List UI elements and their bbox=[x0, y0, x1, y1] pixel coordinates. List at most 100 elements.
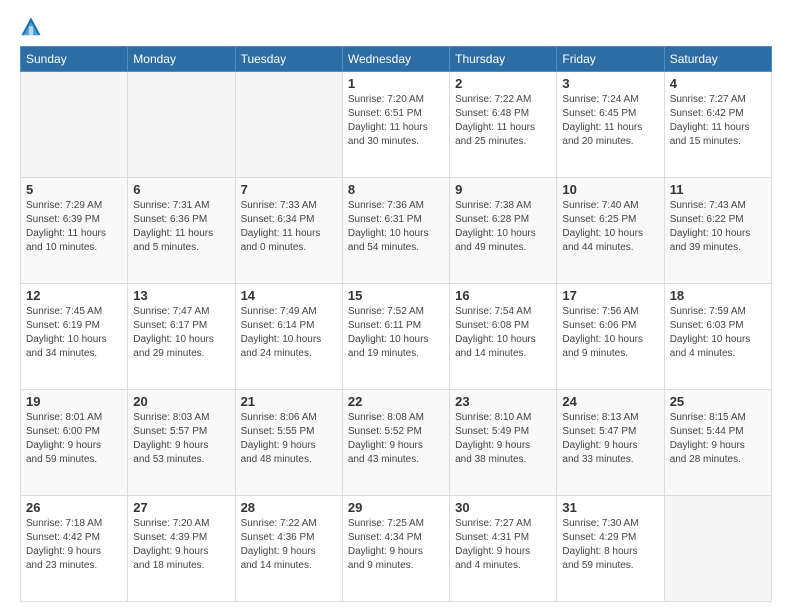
day-info: Sunrise: 7:24 AM Sunset: 6:45 PM Dayligh… bbox=[562, 93, 658, 149]
calendar-cell: 5 Sunrise: 7:29 AM Sunset: 6:39 PM Daylig… bbox=[21, 178, 128, 284]
calendar-cell: 8Sunrise: 7:36 AM Sunset: 6:31 PM Daylig… bbox=[342, 178, 449, 284]
day-info: Sunrise: 7:49 AM Sunset: 6:14 PM Dayligh… bbox=[241, 305, 337, 361]
day-number: 1 bbox=[348, 76, 444, 91]
weekday-header-saturday: Saturday bbox=[664, 47, 771, 72]
day-info: Sunrise: 8:08 AM Sunset: 5:52 PM Dayligh… bbox=[348, 411, 444, 467]
weekday-header-thursday: Thursday bbox=[450, 47, 557, 72]
day-info: Sunrise: 7:40 AM Sunset: 6:25 PM Dayligh… bbox=[562, 199, 658, 255]
calendar-cell: 14 Sunrise: 7:49 AM Sunset: 6:14 PM Dayli… bbox=[235, 284, 342, 390]
calendar-cell: 17 Sunrise: 7:56 AM Sunset: 6:06 PM Dayli… bbox=[557, 284, 664, 390]
calendar-cell: 25 Sunrise: 8:15 AM Sunset: 5:44 PM Dayli… bbox=[664, 390, 771, 496]
day-number: 29 bbox=[348, 500, 444, 515]
calendar-cell: 4Sunrise: 7:27 AM Sunset: 6:42 PM Daylig… bbox=[664, 72, 771, 178]
day-number: 18 bbox=[670, 288, 766, 303]
day-number: 2 bbox=[455, 76, 551, 91]
day-info: Sunrise: 8:03 AM Sunset: 5:57 PM Dayligh… bbox=[133, 411, 229, 467]
calendar-cell: 12Sunrise: 7:45 AM Sunset: 6:19 PM Dayli… bbox=[21, 284, 128, 390]
day-info: Sunrise: 7:18 AM Sunset: 4:42 PM Dayligh… bbox=[26, 517, 122, 573]
calendar-cell bbox=[664, 496, 771, 602]
day-number: 19 bbox=[26, 394, 122, 409]
calendar-cell: 11Sunrise: 7:43 AM Sunset: 6:22 PM Dayli… bbox=[664, 178, 771, 284]
calendar-cell: 22 Sunrise: 8:08 AM Sunset: 5:52 PM Dayli… bbox=[342, 390, 449, 496]
calendar-cell: 23 Sunrise: 8:10 AM Sunset: 5:49 PM Dayli… bbox=[450, 390, 557, 496]
day-info: Sunrise: 8:15 AM Sunset: 5:44 PM Dayligh… bbox=[670, 411, 766, 467]
day-number: 31 bbox=[562, 500, 658, 515]
day-number: 9 bbox=[455, 182, 551, 197]
calendar-cell: 31 Sunrise: 7:30 AM Sunset: 4:29 PM Dayli… bbox=[557, 496, 664, 602]
day-number: 26 bbox=[26, 500, 122, 515]
day-info: Sunrise: 7:52 AM Sunset: 6:11 PM Dayligh… bbox=[348, 305, 444, 361]
day-info: Sunrise: 7:25 AM Sunset: 4:34 PM Dayligh… bbox=[348, 517, 444, 573]
calendar-cell: 13 Sunrise: 7:47 AM Sunset: 6:17 PM Dayli… bbox=[128, 284, 235, 390]
day-number: 24 bbox=[562, 394, 658, 409]
day-info: Sunrise: 8:06 AM Sunset: 5:55 PM Dayligh… bbox=[241, 411, 337, 467]
weekday-header-sunday: Sunday bbox=[21, 47, 128, 72]
calendar-week-row: 5 Sunrise: 7:29 AM Sunset: 6:39 PM Daylig… bbox=[21, 178, 772, 284]
day-number: 21 bbox=[241, 394, 337, 409]
calendar-cell: 7Sunrise: 7:33 AM Sunset: 6:34 PM Daylig… bbox=[235, 178, 342, 284]
day-number: 4 bbox=[670, 76, 766, 91]
calendar-cell: 21 Sunrise: 8:06 AM Sunset: 5:55 PM Dayli… bbox=[235, 390, 342, 496]
day-number: 3 bbox=[562, 76, 658, 91]
page: SundayMondayTuesdayWednesdayThursdayFrid… bbox=[0, 0, 792, 612]
weekday-header-tuesday: Tuesday bbox=[235, 47, 342, 72]
day-info: Sunrise: 7:20 AM Sunset: 4:39 PM Dayligh… bbox=[133, 517, 229, 573]
calendar-cell: 18 Sunrise: 7:59 AM Sunset: 6:03 PM Dayli… bbox=[664, 284, 771, 390]
day-info: Sunrise: 8:13 AM Sunset: 5:47 PM Dayligh… bbox=[562, 411, 658, 467]
day-number: 10 bbox=[562, 182, 658, 197]
day-number: 15 bbox=[348, 288, 444, 303]
day-info: Sunrise: 7:30 AM Sunset: 4:29 PM Dayligh… bbox=[562, 517, 658, 573]
day-info: Sunrise: 7:22 AM Sunset: 6:48 PM Dayligh… bbox=[455, 93, 551, 149]
calendar-cell: 16 Sunrise: 7:54 AM Sunset: 6:08 PM Dayli… bbox=[450, 284, 557, 390]
weekday-header-friday: Friday bbox=[557, 47, 664, 72]
day-info: Sunrise: 7:43 AM Sunset: 6:22 PM Dayligh… bbox=[670, 199, 766, 255]
day-info: Sunrise: 8:10 AM Sunset: 5:49 PM Dayligh… bbox=[455, 411, 551, 467]
calendar-cell: 30Sunrise: 7:27 AM Sunset: 4:31 PM Dayli… bbox=[450, 496, 557, 602]
calendar-table: SundayMondayTuesdayWednesdayThursdayFrid… bbox=[20, 46, 772, 602]
day-number: 14 bbox=[241, 288, 337, 303]
day-info: Sunrise: 7:33 AM Sunset: 6:34 PM Dayligh… bbox=[241, 199, 337, 255]
day-number: 16 bbox=[455, 288, 551, 303]
calendar-week-row: 1 Sunrise: 7:20 AM Sunset: 6:51 PM Daylig… bbox=[21, 72, 772, 178]
calendar-cell: 26 Sunrise: 7:18 AM Sunset: 4:42 PM Dayli… bbox=[21, 496, 128, 602]
day-info: Sunrise: 7:20 AM Sunset: 6:51 PM Dayligh… bbox=[348, 93, 444, 149]
calendar-cell: 29 Sunrise: 7:25 AM Sunset: 4:34 PM Dayli… bbox=[342, 496, 449, 602]
day-number: 8 bbox=[348, 182, 444, 197]
logo bbox=[20, 16, 46, 38]
day-info: Sunrise: 7:56 AM Sunset: 6:06 PM Dayligh… bbox=[562, 305, 658, 361]
day-info: Sunrise: 7:22 AM Sunset: 4:36 PM Dayligh… bbox=[241, 517, 337, 573]
header bbox=[20, 16, 772, 38]
day-number: 22 bbox=[348, 394, 444, 409]
calendar-cell: 6Sunrise: 7:31 AM Sunset: 6:36 PM Daylig… bbox=[128, 178, 235, 284]
day-info: Sunrise: 7:54 AM Sunset: 6:08 PM Dayligh… bbox=[455, 305, 551, 361]
day-number: 5 bbox=[26, 182, 122, 197]
day-number: 28 bbox=[241, 500, 337, 515]
day-number: 27 bbox=[133, 500, 229, 515]
calendar-cell bbox=[128, 72, 235, 178]
weekday-header-row: SundayMondayTuesdayWednesdayThursdayFrid… bbox=[21, 47, 772, 72]
day-number: 17 bbox=[562, 288, 658, 303]
calendar-cell bbox=[21, 72, 128, 178]
day-info: Sunrise: 7:29 AM Sunset: 6:39 PM Dayligh… bbox=[26, 199, 122, 255]
day-number: 20 bbox=[133, 394, 229, 409]
calendar-cell: 24 Sunrise: 8:13 AM Sunset: 5:47 PM Dayli… bbox=[557, 390, 664, 496]
day-number: 25 bbox=[670, 394, 766, 409]
day-number: 30 bbox=[455, 500, 551, 515]
calendar-cell: 20 Sunrise: 8:03 AM Sunset: 5:57 PM Dayli… bbox=[128, 390, 235, 496]
calendar-cell: 2 Sunrise: 7:22 AM Sunset: 6:48 PM Daylig… bbox=[450, 72, 557, 178]
calendar-cell: 1 Sunrise: 7:20 AM Sunset: 6:51 PM Daylig… bbox=[342, 72, 449, 178]
day-info: Sunrise: 7:45 AM Sunset: 6:19 PM Dayligh… bbox=[26, 305, 122, 361]
logo-icon bbox=[20, 16, 42, 38]
calendar-week-row: 19Sunrise: 8:01 AM Sunset: 6:00 PM Dayli… bbox=[21, 390, 772, 496]
day-info: Sunrise: 7:47 AM Sunset: 6:17 PM Dayligh… bbox=[133, 305, 229, 361]
day-number: 23 bbox=[455, 394, 551, 409]
day-info: Sunrise: 7:31 AM Sunset: 6:36 PM Dayligh… bbox=[133, 199, 229, 255]
calendar-cell: 3 Sunrise: 7:24 AM Sunset: 6:45 PM Daylig… bbox=[557, 72, 664, 178]
calendar-cell: 9Sunrise: 7:38 AM Sunset: 6:28 PM Daylig… bbox=[450, 178, 557, 284]
calendar-week-row: 26 Sunrise: 7:18 AM Sunset: 4:42 PM Dayli… bbox=[21, 496, 772, 602]
calendar-cell: 10 Sunrise: 7:40 AM Sunset: 6:25 PM Dayli… bbox=[557, 178, 664, 284]
day-info: Sunrise: 7:59 AM Sunset: 6:03 PM Dayligh… bbox=[670, 305, 766, 361]
calendar-cell: 15 Sunrise: 7:52 AM Sunset: 6:11 PM Dayli… bbox=[342, 284, 449, 390]
day-number: 13 bbox=[133, 288, 229, 303]
calendar-cell bbox=[235, 72, 342, 178]
